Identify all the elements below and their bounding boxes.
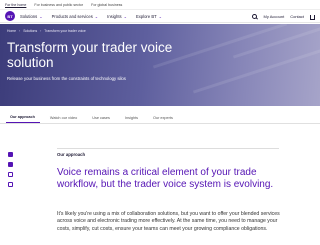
section-tabs: Our approach Watch our video Use cases I…: [0, 112, 320, 124]
nav-label: Solutions: [20, 13, 38, 19]
linkedin-icon[interactable]: [8, 152, 13, 157]
my-account-link[interactable]: My Account: [264, 14, 285, 19]
basket-icon[interactable]: [310, 14, 315, 20]
nav-label: Products and services: [51, 13, 93, 19]
body-paragraph: It's likely you're using a mix of collab…: [57, 211, 280, 232]
tab-watch-video[interactable]: Watch our video: [46, 116, 82, 123]
breadcrumb-home[interactable]: Home: [7, 29, 16, 33]
breadcrumb-separator: ›: [40, 29, 42, 33]
tab-insights[interactable]: Insights: [121, 116, 143, 123]
breadcrumb-solutions[interactable]: Solutions: [23, 29, 37, 33]
x-icon[interactable]: [8, 162, 13, 167]
nav-item-explore[interactable]: Explore BT ⌄: [136, 14, 162, 19]
nav-item-solutions[interactable]: Solutions ⌄: [20, 14, 43, 19]
bt-logo[interactable]: BT: [5, 11, 15, 21]
tab-our-approach[interactable]: Our approach: [6, 115, 40, 123]
breadcrumb-separator: ›: [19, 29, 21, 33]
main-nav: BT Solutions ⌄ Products and services ⌄ Ins…: [0, 10, 320, 23]
utility-bar: For the home For business and public sec…: [0, 0, 320, 10]
section-divider: [57, 148, 279, 149]
nav-item-products[interactable]: Products and services ⌄: [52, 14, 99, 19]
nav-label: Explore BT: [135, 13, 157, 19]
chevron-down-icon: ⌄: [94, 13, 99, 19]
page-title: Transform your trader voice solution: [7, 40, 173, 70]
breadcrumb-current: Transform your trader voice: [44, 29, 86, 33]
nav-label: Insights: [107, 13, 122, 19]
tab-use-cases[interactable]: Use cases: [88, 116, 115, 123]
utility-link-global[interactable]: For global business: [91, 3, 122, 7]
breadcrumb: Home › Solutions › Transform your trader…: [7, 29, 89, 33]
lead-paragraph: Voice remains a critical element of your…: [57, 167, 274, 190]
chevron-down-icon: ⌄: [158, 13, 163, 19]
search-icon[interactable]: [251, 14, 257, 19]
social-share-bar: [8, 152, 13, 192]
utility-link-business[interactable]: For business and public sector: [34, 3, 83, 7]
utility-link-home[interactable]: For the home: [5, 3, 26, 7]
share-icon[interactable]: [8, 182, 13, 187]
tab-our-experts[interactable]: Our experts: [149, 116, 178, 123]
section-label: Our approach: [57, 152, 86, 157]
nav-item-insights[interactable]: Insights ⌄: [107, 14, 127, 19]
chevron-down-icon: ⌄: [123, 13, 127, 19]
chevron-down-icon: ⌄: [39, 13, 43, 19]
nav-right: My Account Contact: [251, 10, 315, 23]
email-icon[interactable]: [8, 172, 13, 177]
hero-subtitle: Release your business from the constrain…: [7, 76, 126, 81]
contact-link[interactable]: Contact: [290, 14, 304, 19]
